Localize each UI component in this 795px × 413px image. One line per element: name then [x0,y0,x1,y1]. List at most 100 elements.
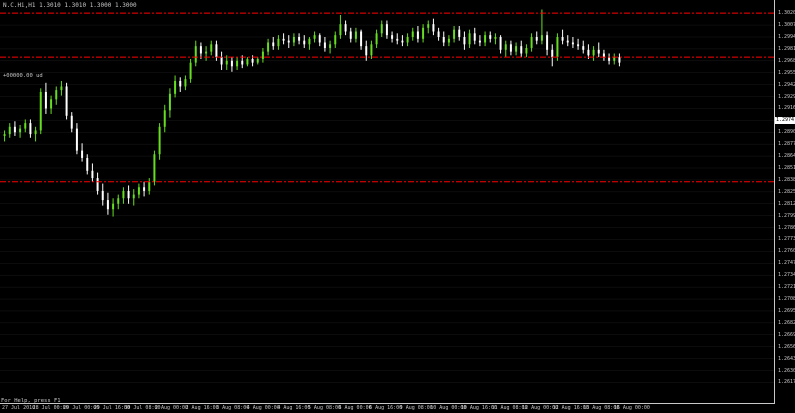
candle-body [509,44,512,52]
candle-body [34,130,37,135]
candle-body [13,126,16,133]
candle [334,31,337,48]
candle-body [535,36,538,41]
candle-body [602,53,605,58]
candle-body [453,29,456,39]
candle [489,31,492,43]
candle-body [380,24,383,34]
candle-body [127,190,130,199]
candle [339,14,342,39]
candle-body [220,57,223,65]
candle-body [230,60,233,67]
candle [163,104,166,133]
candle-body [86,157,89,171]
candle [535,31,538,45]
candle [432,18,435,36]
candle-body [179,80,182,87]
candle-body [447,38,450,43]
level-tag: +00000.00 ud [3,73,43,79]
candle [515,42,518,56]
candle-body [442,36,445,43]
candle [143,181,146,197]
candle [360,29,363,50]
candle [96,172,99,195]
candle [453,25,456,43]
candle [597,42,600,58]
candle-body [163,110,166,127]
candle [463,31,466,50]
candle [184,75,187,91]
price-chart[interactable] [0,0,795,413]
candle-body [137,187,140,195]
candle-body [468,33,471,45]
candle-body [515,46,518,52]
candle-body [313,35,316,39]
candle [323,36,326,52]
candle-body [24,123,27,129]
candle-body [174,80,177,94]
candle-body [153,154,156,182]
candle [34,126,37,142]
candle [484,31,487,47]
candle-body [96,178,99,191]
candle [81,143,84,162]
candle-body [323,42,326,48]
candle-body [489,35,492,39]
candle [127,185,130,204]
candle [277,35,280,50]
candle-body [416,31,419,39]
candle [189,58,192,83]
candle-body [39,91,42,131]
candle [391,31,394,43]
candle-body [401,40,404,43]
candle [174,75,177,98]
candle [13,121,16,136]
candle-body [251,58,254,63]
candle-body [478,40,481,43]
candle [458,25,461,41]
candle-body [329,44,332,48]
candle [230,57,233,72]
candle [132,189,135,206]
candle [313,31,316,43]
candle [194,40,197,67]
candle-body [396,38,399,41]
candle-body [236,60,239,67]
candle [153,150,156,186]
chart-window[interactable]: N.C.Hi,H1 1.3010 1.3010 1.3000 1.3000 +0… [0,0,795,413]
candle-body [546,35,549,50]
candle [39,88,42,135]
candle-body [566,40,569,43]
candle-body [132,194,135,199]
candle-body [484,35,487,43]
candle-body [592,49,595,56]
candle-body [81,150,84,158]
candle-body [463,36,466,45]
candle-body [184,79,187,87]
candle-body [618,57,621,63]
candle-body [19,128,22,133]
candle [267,38,270,56]
candle-body [577,44,580,47]
candle [344,20,347,36]
candle [220,51,223,70]
candle-body [375,33,378,45]
candle-body [613,57,616,61]
candle [292,33,295,47]
candle [613,53,616,65]
candle [349,27,352,43]
candle [494,33,497,45]
candle-body [318,35,321,43]
candle [225,55,228,70]
candle [65,82,68,120]
candle-body [427,24,430,28]
candle [137,183,140,199]
candle [499,35,502,54]
candle [308,36,311,50]
candle-body [494,36,497,39]
candle [411,27,414,41]
candle [148,178,151,195]
candle [70,112,73,133]
candle-body [540,35,543,41]
candle [592,46,595,61]
